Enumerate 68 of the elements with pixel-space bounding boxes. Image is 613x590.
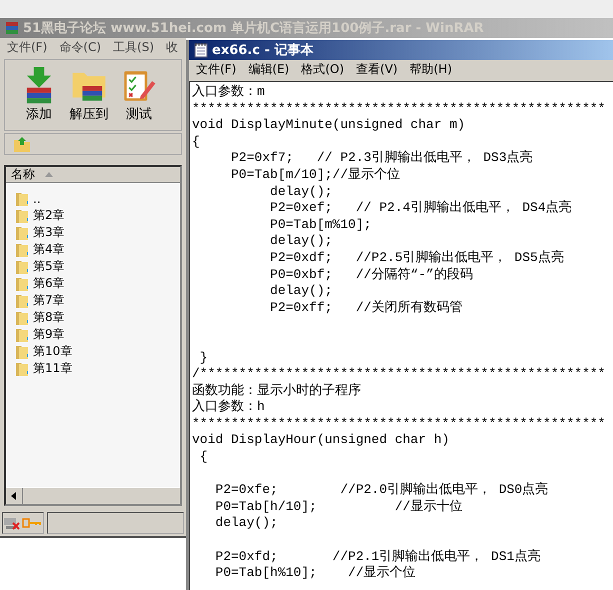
code-line: P2=0xf7; // P2.3引脚输出低电平， DS3点亮 (230, 150, 533, 167)
menu-item[interactable]: 查看(V) (355, 61, 399, 78)
code-line: P2=0xfe; //P2.0引脚输出低电平， DS0点亮 (214, 482, 548, 499)
sort-arrow-icon (45, 172, 53, 177)
code-line: P0=0xbf; //分隔符“-”的段码 (269, 266, 473, 284)
code-line: 入口参数：m (192, 84, 265, 101)
code-line: P2=0xdf; //P2.5引脚输出低电平， DS5点亮 (269, 250, 564, 267)
menu-item[interactable]: 文件(F) (195, 61, 238, 78)
code-line: 入口参数：h (192, 399, 265, 416)
folder-icon (15, 310, 29, 326)
folder-name[interactable]: 第3章 (33, 224, 65, 241)
code-line: 函数功能：显示小时的子程序 (192, 382, 361, 399)
code-line: P0=Tab[m/10];//显示个位 (230, 166, 400, 184)
folder-icon (15, 258, 29, 274)
folder-icon (15, 344, 29, 360)
folder-name[interactable]: 第4章 (33, 241, 65, 258)
code-line: delay(); (269, 283, 332, 300)
books-icon (4, 20, 20, 36)
window-title: ex66.c - 记事本 (212, 42, 314, 59)
code-line: /**************************************************** (192, 366, 606, 383)
code-line: ***************************************************** (192, 100, 606, 118)
code-line: P2=0xff; //关闭所有数码管 (269, 300, 462, 316)
horizontal-scrollbar[interactable] (6, 487, 180, 504)
folder-name[interactable]: 第5章 (33, 258, 65, 275)
folder-icon (15, 224, 29, 240)
code-line: delay(); (269, 184, 332, 200)
code-line: void DisplayMinute(unsigned char m) (192, 117, 466, 134)
code-line: { (198, 449, 208, 466)
folder-icon (15, 242, 29, 258)
folder-icon (15, 276, 29, 292)
notepad-icon (193, 42, 209, 58)
menu-item[interactable]: 格式(O) (300, 61, 346, 78)
menu-item[interactable]: 工具(S) (112, 39, 155, 56)
code-line: } (198, 350, 208, 366)
toolbar-button[interactable]: 解压到 (67, 65, 111, 125)
toolbar-button[interactable]: 添加 (17, 65, 61, 125)
toolbar-button[interactable]: 测试 (117, 65, 161, 125)
code-line: P0=Tab[h%10]; //显示个位 (214, 565, 416, 582)
code-line: delay(); (214, 515, 278, 532)
code-line: { (192, 134, 200, 150)
code-line: P0=Tab[h/10]; //显示十位 (214, 498, 462, 516)
folder-name[interactable]: 第7章 (33, 292, 65, 309)
folder-icon (15, 292, 29, 308)
menu-item[interactable]: 命令(C) (58, 39, 102, 56)
folder-icon (15, 190, 29, 206)
folder-name[interactable]: 第11章 (33, 360, 72, 377)
folder-up-icon[interactable] (13, 135, 31, 153)
menu-item[interactable]: 帮助(H) (408, 61, 453, 78)
folder-icon (15, 326, 29, 342)
folder-name[interactable]: 第8章 (33, 309, 65, 326)
code-line: P2=0xef; // P2.4引脚输出低电平， DS4点亮 (269, 200, 572, 217)
menu-item[interactable]: 文件(F) (6, 39, 48, 56)
folder-name[interactable]: 第9章 (33, 326, 65, 343)
folder-icon (15, 208, 29, 224)
code-line: void DisplayHour(unsigned char h) (192, 432, 450, 450)
code-line: ***************************************************** (192, 416, 606, 432)
folder-name[interactable]: .. (33, 192, 41, 206)
key-icon (22, 518, 42, 528)
folder-icon (15, 360, 29, 376)
folder-name[interactable]: 第2章 (33, 207, 65, 224)
code-line: P0=Tab[m%10]; (269, 216, 372, 234)
code-line: delay(); (269, 233, 332, 250)
folder-name[interactable]: 第6章 (33, 275, 65, 292)
menu-item[interactable]: 编辑(E) (247, 61, 290, 78)
code-line: P2=0xfd; //P2.1引脚输出低电平， DS1点亮 (214, 548, 540, 566)
menu-item[interactable]: 收 (165, 39, 179, 56)
column-header[interactable]: 名称 (6, 167, 180, 183)
folder-name[interactable]: 第10章 (33, 343, 72, 360)
